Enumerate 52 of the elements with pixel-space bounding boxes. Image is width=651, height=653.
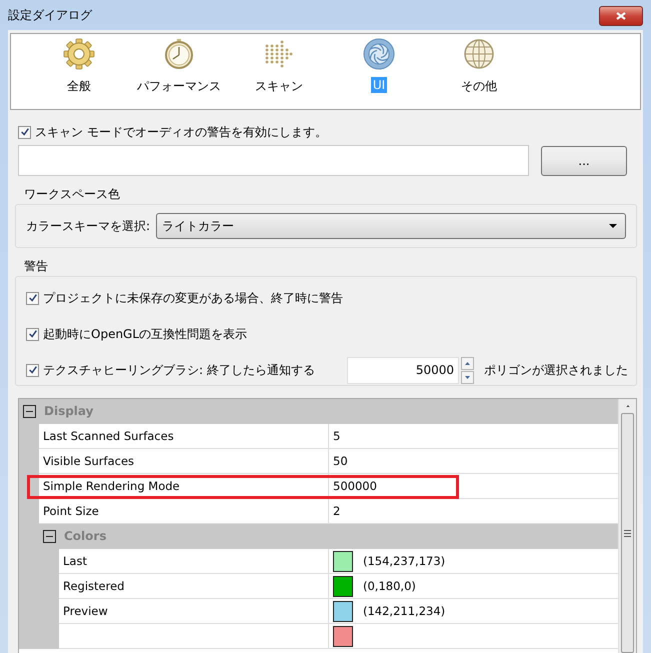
- checkbox-label: スキャン モードでオーディオの警告を有効にします。: [35, 124, 327, 140]
- property-name: Preview: [59, 599, 329, 624]
- close-button[interactable]: [599, 6, 643, 26]
- field-label: カラースキーマを選択:: [26, 218, 150, 234]
- spin-up-button[interactable]: [461, 356, 474, 370]
- checkbox-label: テクスチャヒーリングブラシ: 終了したら通知する: [43, 362, 315, 378]
- checkbox[interactable]: [26, 328, 39, 340]
- property-name: Registered: [59, 574, 329, 599]
- category-tab[interactable]: その他: [429, 34, 529, 109]
- field-label: ポリゴンが選択されました: [484, 362, 628, 378]
- property-value: (154,237,173): [363, 554, 446, 568]
- stopwatch-icon: [163, 38, 195, 70]
- browse-button[interactable]: ...: [541, 146, 627, 176]
- checkbox[interactable]: [26, 292, 39, 304]
- property-name: Last: [59, 549, 329, 574]
- category-tab[interactable]: スキャン: [229, 34, 329, 109]
- aperture-icon: [363, 38, 395, 70]
- text-field[interactable]: [18, 145, 529, 176]
- globe-icon: [463, 38, 495, 70]
- caret-icon: [609, 224, 617, 228]
- spin-down-button[interactable]: [461, 370, 474, 384]
- property-name: Visible Surfaces: [39, 449, 329, 474]
- gear-icon: [63, 38, 95, 70]
- scroll-thumb[interactable]: [621, 413, 634, 653]
- checkbox-label: 起動時にOpenGLの互換性問題を表示: [43, 326, 248, 342]
- checkmark-icon: [28, 329, 38, 339]
- close-icon: [615, 11, 627, 21]
- checkbox-label: プロジェクトに未保存の変更がある場合、終了時に警告: [43, 290, 343, 306]
- group-title: 警告: [24, 258, 49, 275]
- category-tab[interactable]: パフォーマンス: [129, 34, 229, 109]
- indent-gutter: [19, 499, 39, 524]
- property-value: (142,211,234): [363, 604, 446, 618]
- checkbox[interactable]: [26, 364, 39, 376]
- grip-icon: [624, 530, 631, 537]
- checkbox[interactable]: [18, 126, 31, 138]
- category-tab[interactable]: 全般: [29, 34, 129, 109]
- property-value: 50: [329, 449, 618, 474]
- scroll-up-icon: [624, 405, 632, 408]
- color-scheme-dropdown[interactable]: ライトカラー: [156, 213, 626, 239]
- group-title: ワークスペース色: [24, 186, 121, 203]
- window-title: 設定ダイアログ: [8, 6, 92, 24]
- property-name: Last Scanned Surfaces: [39, 424, 329, 449]
- checkmark-icon: [28, 365, 38, 375]
- number-field[interactable]: 50000: [347, 356, 459, 384]
- checkmark-icon: [28, 293, 38, 303]
- property-name: Simple Rendering Mode: [39, 474, 329, 499]
- dotted-arrow-icon: [263, 38, 295, 70]
- scrollbar[interactable]: [618, 399, 636, 653]
- property-value: (0,180,0): [363, 579, 416, 593]
- checkmark-icon: [20, 127, 30, 137]
- indent-gutter: [19, 449, 39, 474]
- property-value: 5: [329, 424, 618, 449]
